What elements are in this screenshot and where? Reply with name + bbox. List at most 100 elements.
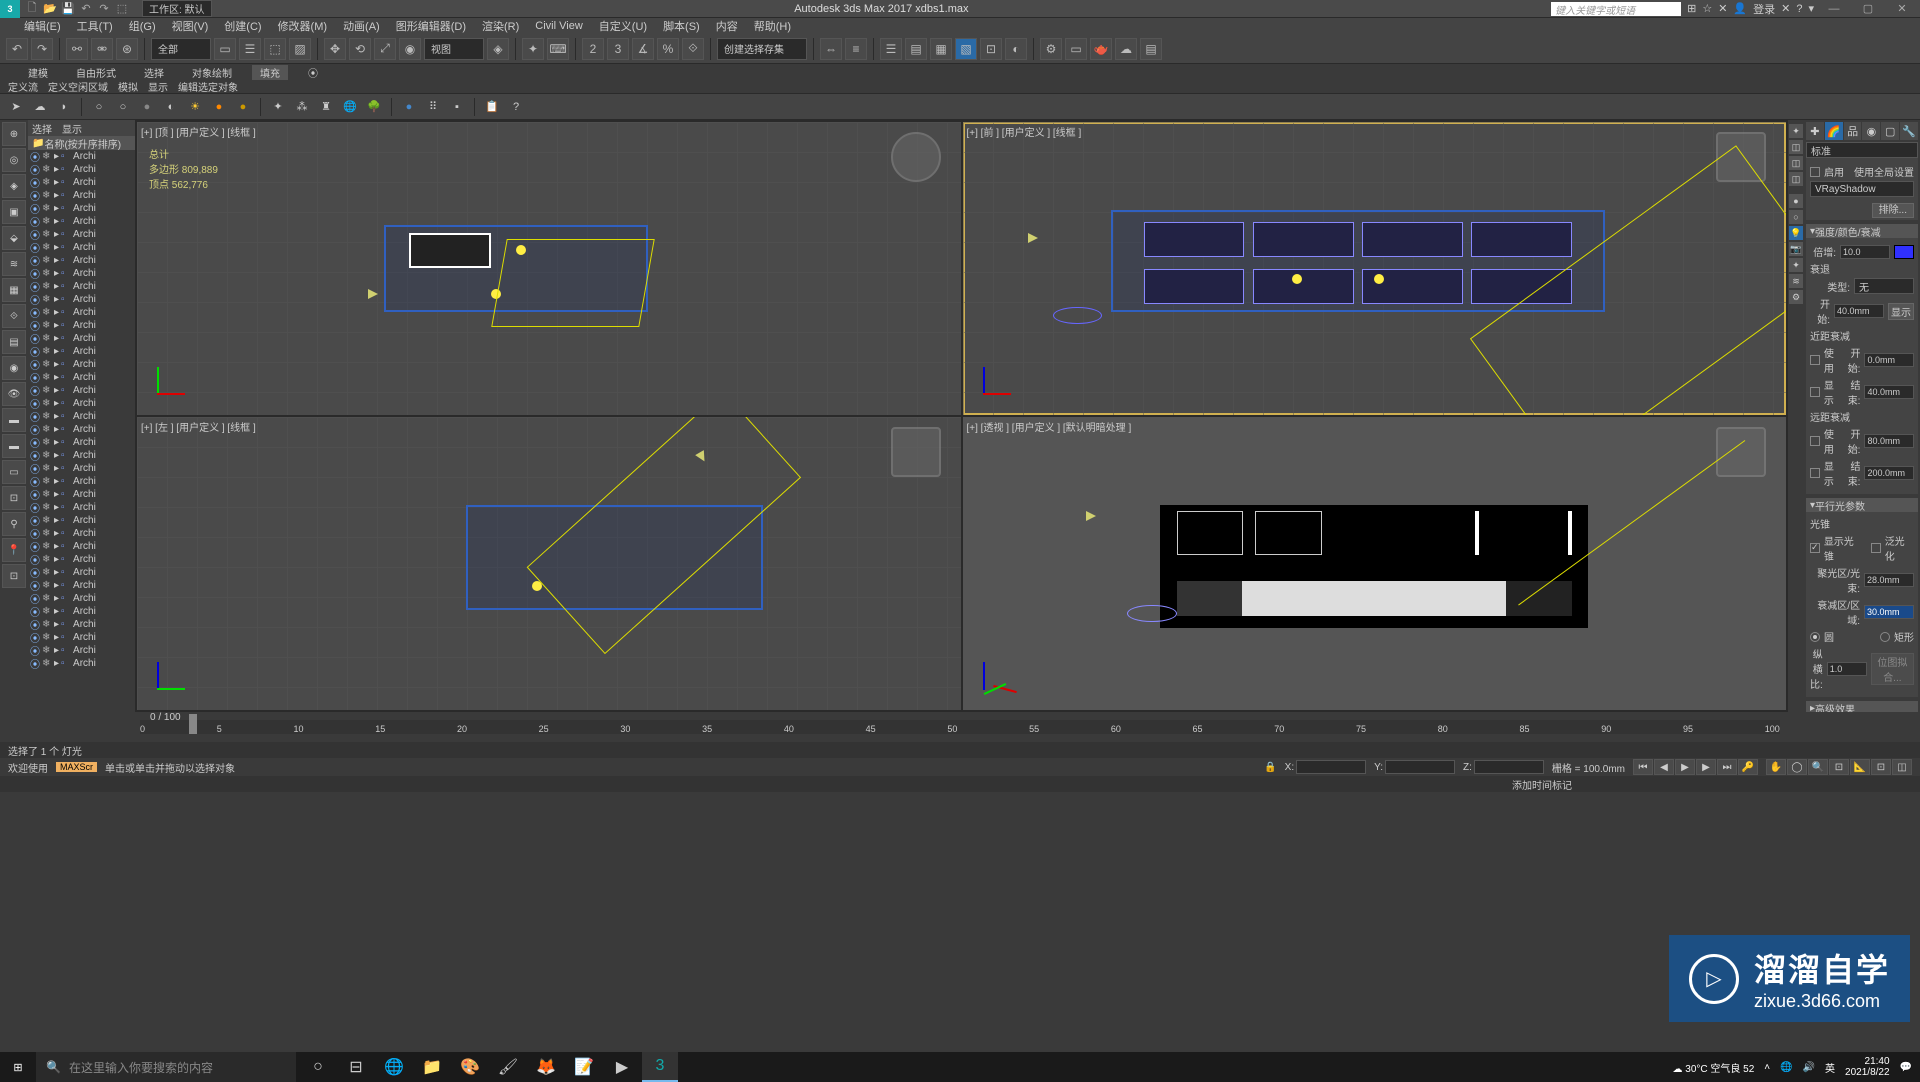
- shade-ball-icon[interactable]: ●: [1789, 194, 1803, 208]
- minimize-button[interactable]: —: [1820, 0, 1848, 18]
- tree-item[interactable]: ⦿❄▸▫Archi: [28, 449, 135, 462]
- subtab-simulate[interactable]: 模拟: [118, 79, 138, 94]
- exclude-button[interactable]: 排除...: [1872, 203, 1914, 218]
- schematic-view-button[interactable]: ⊡: [980, 38, 1002, 60]
- circle1-icon[interactable]: ○: [89, 97, 109, 117]
- subtab-idle[interactable]: 定义空闲区域: [48, 79, 108, 94]
- explorer-icon-18[interactable]: ⊡: [2, 564, 26, 588]
- explorer-icon-3[interactable]: ◈: [2, 174, 26, 198]
- y-input[interactable]: [1385, 760, 1455, 774]
- maxscript-label[interactable]: MAXScr: [56, 762, 97, 772]
- menu-civilview[interactable]: Civil View: [535, 20, 582, 32]
- rollout-intensity[interactable]: ▾ 强度/颜色/衰减: [1806, 224, 1918, 238]
- tree-item[interactable]: ⦿❄▸▫Archi: [28, 280, 135, 293]
- tree-item[interactable]: ⦿❄▸▫Archi: [28, 163, 135, 176]
- app2-icon[interactable]: 📝: [566, 1052, 602, 1082]
- near-end-spinner[interactable]: 40.0mm: [1864, 385, 1914, 399]
- timeline[interactable]: 0 / 100 05101520253035404550556065707580…: [0, 712, 1920, 742]
- move-button[interactable]: ✥: [324, 38, 346, 60]
- show-cone-checkbox[interactable]: [1810, 543, 1820, 553]
- rollout-params[interactable]: ▾ 平行光参数: [1806, 498, 1918, 512]
- menu-create[interactable]: 创建(C): [224, 18, 261, 34]
- volume-icon[interactable]: 🔊: [1803, 1062, 1815, 1073]
- overshoot-checkbox[interactable]: [1871, 543, 1881, 553]
- arc-button[interactable]: ◯: [1787, 759, 1807, 775]
- clipboard-icon[interactable]: 📋: [482, 97, 502, 117]
- menu-modifiers[interactable]: 修改器(M): [278, 18, 328, 34]
- tree-item[interactable]: ⦿❄▸▫Archi: [28, 345, 135, 358]
- explorer-icon-4[interactable]: ▣: [2, 200, 26, 224]
- aspect-spinner[interactable]: 1.0: [1827, 662, 1867, 676]
- cloud-icon[interactable]: ☁: [30, 97, 50, 117]
- play-button[interactable]: ▶: [1675, 759, 1695, 775]
- placement-button[interactable]: ◉: [399, 38, 421, 60]
- key-mode-button[interactable]: 🔑: [1738, 759, 1758, 775]
- display-tab[interactable]: ▢: [1881, 122, 1899, 140]
- notification-icon[interactable]: 💬: [1900, 1062, 1912, 1073]
- motion-tab[interactable]: ◉: [1862, 122, 1880, 140]
- curve-editor-button[interactable]: ▧: [955, 38, 977, 60]
- keyboard-shortcut-button[interactable]: ⌨: [547, 38, 569, 60]
- tab-freeform[interactable]: 自由形式: [68, 65, 124, 80]
- select-button[interactable]: ▭: [214, 38, 236, 60]
- tree-item[interactable]: ⦿❄▸▫Archi: [28, 306, 135, 319]
- scene-list[interactable]: ⦿❄▸▫Archi⦿❄▸▫Archi⦿❄▸▫Archi⦿❄▸▫Archi⦿❄▸▫…: [28, 150, 135, 680]
- explorer-icon-15[interactable]: ⊡: [2, 486, 26, 510]
- viewport-front[interactable]: [+] [前 ] [用户定义 ] [线框 ]: [963, 122, 1787, 415]
- far-show-checkbox[interactable]: [1810, 468, 1820, 478]
- hierarchy-tab[interactable]: 品: [1844, 122, 1862, 140]
- subtab-flow[interactable]: 定义流: [8, 79, 38, 94]
- menu-script[interactable]: 脚本(S): [663, 18, 700, 34]
- infocenter-icon[interactable]: ⊞: [1687, 2, 1696, 15]
- explorer-icon-5[interactable]: ⬙: [2, 226, 26, 250]
- network-icon[interactable]: 🌐: [1780, 1062, 1792, 1073]
- fov-button[interactable]: 📐: [1850, 759, 1870, 775]
- tree-item[interactable]: ⦿❄▸▫Archi: [28, 228, 135, 241]
- redo-icon[interactable]: ↷: [96, 1, 112, 17]
- clock[interactable]: 21:40 2021/8/22: [1845, 1056, 1890, 1078]
- cortana-icon[interactable]: ○: [300, 1052, 336, 1082]
- explorer-icon[interactable]: 📁: [414, 1052, 450, 1082]
- tree-item[interactable]: ⦿❄▸▫Archi: [28, 202, 135, 215]
- menu-animation[interactable]: 动画(A): [343, 18, 380, 34]
- menu-customize[interactable]: 自定义(U): [599, 18, 647, 34]
- menu-rendering[interactable]: 渲染(R): [482, 18, 519, 34]
- tree-item[interactable]: ⦿❄▸▫Archi: [28, 371, 135, 384]
- scene-explorer-button[interactable]: ▤: [905, 38, 927, 60]
- explorer-icon-17[interactable]: 📍: [2, 538, 26, 562]
- menu-tools[interactable]: 工具(T): [77, 18, 113, 34]
- rect-radio[interactable]: [1880, 632, 1890, 642]
- search-input[interactable]: 键入关键字或短语: [1551, 2, 1681, 16]
- tree-item[interactable]: ⦿❄▸▫Archi: [28, 410, 135, 423]
- near-use-checkbox[interactable]: [1810, 355, 1820, 365]
- explorer-icon-9[interactable]: ▤: [2, 330, 26, 354]
- tree-item[interactable]: ⦿❄▸▫Archi: [28, 462, 135, 475]
- explorer-icon-16[interactable]: ⚲: [2, 512, 26, 536]
- tree-item[interactable]: ⦿❄▸▫Archi: [28, 566, 135, 579]
- firefox-icon[interactable]: 🦊: [528, 1052, 564, 1082]
- tab-selection[interactable]: 选择: [136, 65, 172, 80]
- tree-item[interactable]: ⦿❄▸▫Archi: [28, 176, 135, 189]
- render-button[interactable]: 🫖: [1090, 38, 1112, 60]
- viewport-top[interactable]: [+] [顶 ] [用户定义 ] [线框 ] 总计 多边形 809,889 顶点…: [137, 122, 961, 415]
- tree-item[interactable]: ⦿❄▸▫Archi: [28, 358, 135, 371]
- explorer-icon-10[interactable]: ◉: [2, 356, 26, 380]
- viewport-top-label[interactable]: [+] [顶 ] [用户定义 ] [线框 ]: [141, 124, 256, 139]
- far-end-spinner[interactable]: 200.0mm: [1864, 466, 1914, 480]
- rollout-advanced[interactable]: ▸ 高级效果: [1806, 701, 1918, 712]
- goto-end-button[interactable]: ⏭: [1717, 759, 1737, 775]
- ime-icon[interactable]: 英: [1825, 1060, 1835, 1075]
- mirror-button[interactable]: ⇔: [820, 38, 842, 60]
- help-icon[interactable]: ?: [1796, 3, 1802, 15]
- render-frame-button[interactable]: ▭: [1065, 38, 1087, 60]
- autokey-label[interactable]: 添加时间标记: [1512, 777, 1572, 792]
- viewport-left-label[interactable]: [+] [左 ] [用户定义 ] [线框 ]: [141, 419, 256, 434]
- goto-start-button[interactable]: ⏮: [1633, 759, 1653, 775]
- material-editor-button[interactable]: ◐: [1005, 38, 1027, 60]
- help2-icon[interactable]: ?: [506, 97, 526, 117]
- app3-icon[interactable]: ▶: [604, 1052, 640, 1082]
- zoom-all-button[interactable]: ⊡: [1829, 759, 1849, 775]
- link-icon[interactable]: ⬚: [114, 1, 130, 17]
- enable-checkbox[interactable]: [1810, 167, 1820, 177]
- render-setup-button[interactable]: ⚙: [1040, 38, 1062, 60]
